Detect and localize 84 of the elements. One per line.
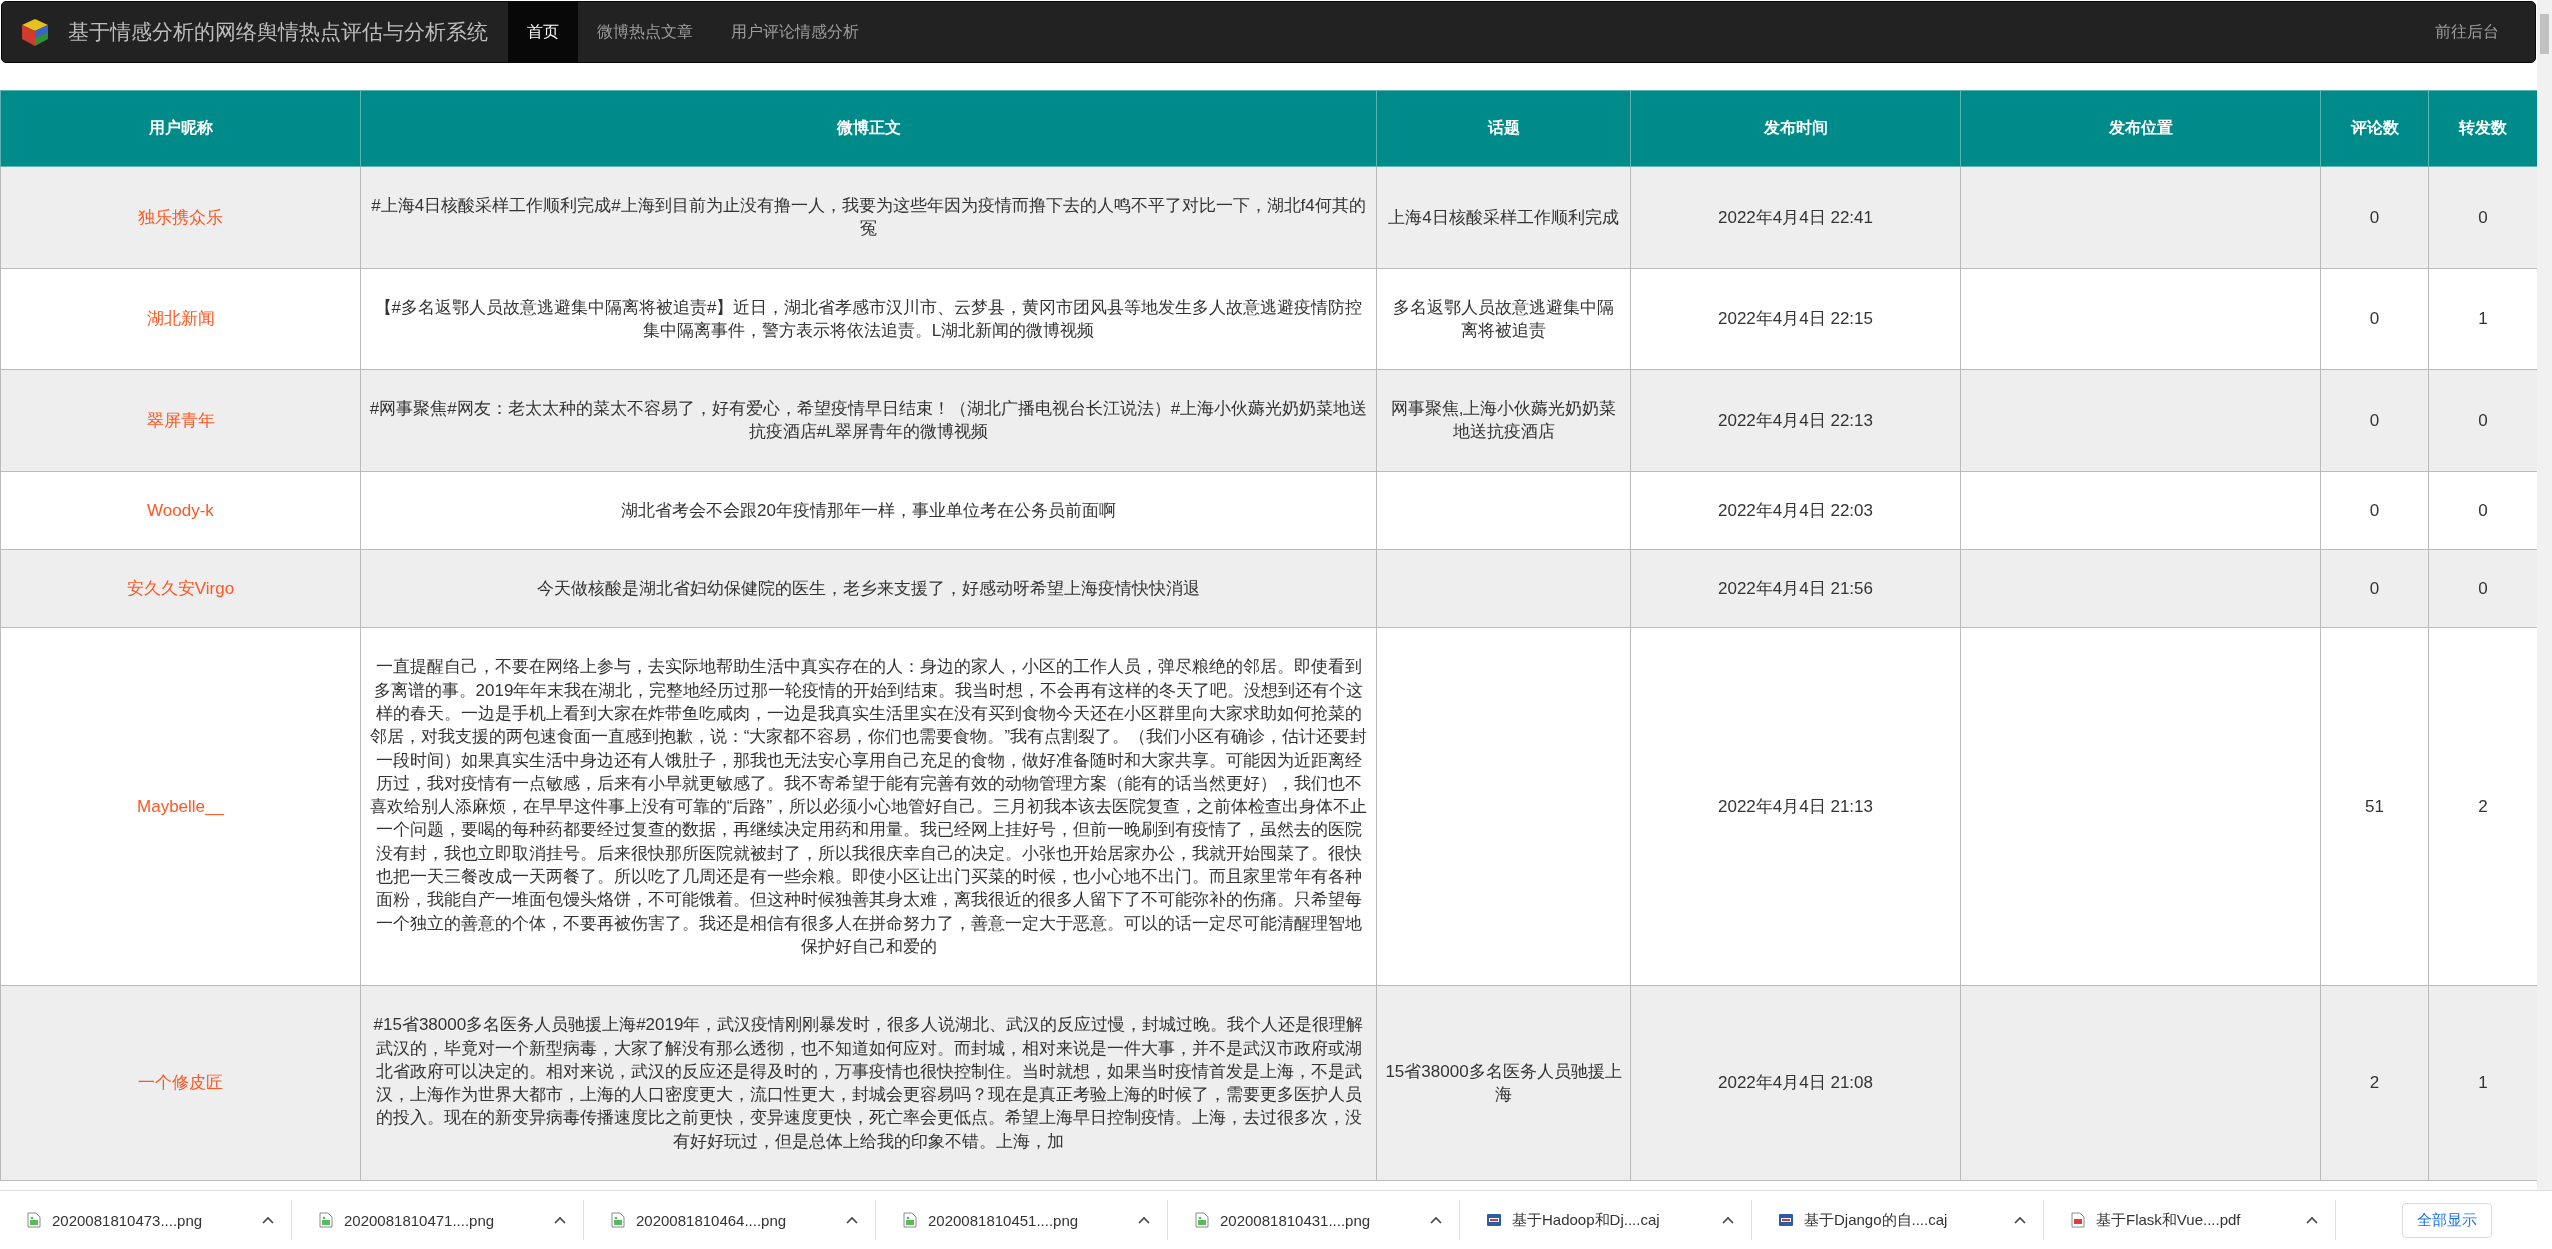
download-item[interactable]: 2020081810471....png — [306, 1200, 584, 1240]
nav-link[interactable]: 微博热点文章 — [578, 2, 712, 62]
column-header: 用户昵称 — [0, 90, 361, 167]
show-all-button[interactable]: 全部显示 — [2402, 1202, 2492, 1238]
table-cell: 0 — [2320, 369, 2429, 472]
download-item[interactable]: 2020081810431....png — [1182, 1200, 1460, 1240]
table-cell: 0 — [2320, 471, 2429, 550]
user-name-cell: 湖北新闻 — [0, 268, 361, 370]
nav-link[interactable]: 用户评论情感分析 — [712, 2, 878, 62]
table-cell: 0 — [2320, 268, 2429, 370]
table-cell: 湖北省考会不会跟20年疫情那年一样，事业单位考在公务员前面啊 — [360, 471, 1377, 550]
table-cell: 网事聚焦,上海小伙薅光奶奶菜地送抗疫酒店 — [1376, 369, 1631, 472]
table-cell: 今天做核酸是湖北省妇幼保健院的医生，老乡来支援了，好感动呀希望上海疫情快快消退 — [360, 549, 1377, 628]
document-file-icon — [1486, 1212, 1502, 1228]
file-name: 基于Flask和Vue....pdf — [2096, 1210, 2242, 1230]
table-cell: 0 — [2320, 549, 2429, 628]
image-file-icon — [610, 1212, 626, 1228]
pdf-file-icon — [2070, 1212, 2086, 1228]
chevron-up-icon[interactable] — [2013, 1214, 2027, 1226]
table-cell: 2 — [2320, 985, 2429, 1181]
table-cell: 2022年4月4日 22:41 — [1630, 166, 1961, 269]
download-item[interactable]: 2020081810451....png — [890, 1200, 1168, 1240]
table-cell: 2022年4月4日 21:08 — [1630, 985, 1961, 1181]
user-name-cell: Maybelle__ — [0, 627, 361, 986]
image-file-icon — [1194, 1212, 1210, 1228]
user-name-cell: 安久久安Virgo — [0, 549, 361, 628]
download-item[interactable]: 2020081810464....png — [598, 1200, 876, 1240]
file-name: 基于Hadoop和Dj....caj — [1512, 1210, 1661, 1230]
file-name: 2020081810464....png — [636, 1211, 788, 1229]
table-cell: #网事聚焦#网友：老太太种的菜太不容易了，好有爱心，希望疫情早日结束！（湖北广播电视台长江说法）#上海小伙薅光奶奶菜地送抗疫酒店#L翠屏青年的微博视频 — [360, 369, 1377, 472]
table-cell: 上海4日核酸采样工作顺利完成 — [1376, 166, 1631, 269]
table-cell: 2022年4月4日 22:03 — [1630, 471, 1961, 550]
image-file-icon — [26, 1212, 42, 1228]
table-cell: 2022年4月4日 22:15 — [1630, 268, 1961, 370]
scrollbar-thumb[interactable] — [2540, 14, 2549, 54]
column-header: 微博正文 — [360, 90, 1377, 167]
table-cell: 15省38000多名医务人员驰援上海 — [1376, 985, 1631, 1181]
table-cell: 多名返鄂人员故意逃避集中隔离将被追责 — [1376, 268, 1631, 370]
user-name-cell: 独乐携众乐 — [0, 166, 361, 269]
chevron-up-icon[interactable] — [2305, 1214, 2319, 1226]
scrollbar[interactable] — [2537, 0, 2552, 1190]
table-cell: 2022年4月4日 22:13 — [1630, 369, 1961, 472]
table-cell: 51 — [2320, 627, 2429, 986]
chevron-up-icon[interactable] — [1137, 1214, 1151, 1226]
table-cell: 0 — [2320, 166, 2429, 269]
chevron-up-icon[interactable] — [553, 1214, 567, 1226]
file-name: 基于Django的自....caj — [1804, 1210, 1949, 1230]
table-cell: 2022年4月4日 21:13 — [1630, 627, 1961, 986]
app-title: 基于情感分析的网络舆情热点评估与分析系统 — [68, 19, 488, 45]
column-header: 转发数 — [2428, 90, 2537, 167]
nav-link[interactable]: 首页 — [508, 2, 578, 62]
download-item[interactable]: 基于Django的自....caj — [1766, 1200, 2044, 1240]
download-item[interactable]: 2020081810473....png — [14, 1200, 292, 1240]
image-file-icon — [902, 1212, 918, 1228]
cube-logo-icon — [20, 16, 50, 48]
column-header: 话题 — [1376, 90, 1631, 167]
table-cell: 1 — [2428, 985, 2537, 1181]
download-item[interactable]: 基于Hadoop和Dj....caj — [1474, 1200, 1752, 1240]
chevron-up-icon[interactable] — [261, 1214, 275, 1226]
table-cell: #15省38000多名医务人员驰援上海#2019年，武汉疫情刚刚暴发时，很多人说湖北、武汉的反应过慢，封城过晚。我个人还是很理解武汉的，毕竟对一个新型病毒，大家了解没有那么透彻，也不知道如何应对。而封城，相对来说是一件大事，并不是武汉市政府或湖北省政府可以决定的。相对来说，武汉的反应还是得及时的，万事疫情也很快控制住。当时就想，如果当时疫情首发是上海，不是武汉，上海作为世界大都市，上海的人口密度更大，流口性更大，封城会更容易吗？现在是真正考验上海的时候了，需要更多医护人员的投入。现在的新变异病毒传播速度比之前更快，变异速度更快，死亡率会更低点。希望上海早日控制疫情。上海，去过很多次，没有好好玩过，但是总体上给我的印象不错。上海，加 — [360, 985, 1377, 1181]
table-cell: 一直提醒自己，不要在网络上参与，去实际地帮助生活中真实存在的人：身边的家人，小区的工作人员，弹尽粮绝的邻居。即使看到多离谱的事。2019年年末我在湖北，完整地经历过那一轮疫情的开始到结束。我当时想，不会再有这样的冬天了吧。没想到还有个这样的春天。一边是手机上看到大家在炸带鱼吃咸肉，一边是我真实生活里实在没有买到食物今天还在小区群里向大家求助如何抢菜的邻居，对我支援的两包速食面一直感到抱歉，说：“大家都不容易，你们也需要食物。”我有点割裂了。（我们小区有确诊，估计还要封一段时间）如果真实生活中身边还有人饿肚子，那我也无法安心享用自己充足的食物，做好准备随时和大家共享。可能因为近距离经历过，我对疫情有一点敏感，后来有小早就更敏感了。我不寄希望于能有完善有效的动物管理方案（能有的话当然更好），我们也不喜欢给别人添麻烦，在早早这件事上没有可靠的“后路”，所以必须小心地管好自己。三月初我本该去医院复查，之前体检查出身体不止一个问题，要喝的每种药都要经过复查的数据，再继续决定用药和用量。我已经网上挂好号，但前一晚刷到有疫情了，虽然去的医院没有封，我也立即取消挂号。后来很快那所医院就被封了，所以我很庆幸自己的决定。小张也开始居家办公，我就开始囤菜了。很快也把一天三餐改成一天两餐了。所以吃了几周还是有一些余粮。即使小区让出门买菜的时候，也小心地不出门。而且家里常年有各种面粉，我能自产一堆面包馒头烙饼，不可能饿着。但这种时候独善其身太难，离我很近的很多人留下了不可能弥补的伤痛。只希望每一个独立的善意的个体，不要再被伤害了。我还是相信有很多人在拼命努力了，善意一定大于恶意。可以的话一定尽可能清醒理智地保护好自己和爱的 — [360, 627, 1377, 986]
chevron-up-icon[interactable] — [1429, 1214, 1443, 1226]
table-cell: 0 — [2428, 549, 2537, 628]
chevron-up-icon[interactable] — [845, 1214, 859, 1226]
document-file-icon — [1778, 1212, 1794, 1228]
user-name-cell: 一个修皮匠 — [0, 985, 361, 1181]
download-item[interactable]: 基于Flask和Vue....pdf — [2058, 1200, 2336, 1240]
file-name: 2020081810471....png — [344, 1211, 496, 1229]
user-name-cell: 翠屏青年 — [0, 369, 361, 472]
table-cell: 【#多名返鄂人员故意逃避集中隔离将被追责#】近日，湖北省孝感市汉川市、云梦县，黄冈市团风县等地发生多人故意逃避疫情防控集中隔离事件，警方表示将依法追责。L湖北新闻的微博视频 — [360, 268, 1377, 370]
table-cell: 2022年4月4日 21:56 — [1630, 549, 1961, 628]
chevron-up-icon[interactable] — [1721, 1214, 1735, 1226]
user-name-cell: Woody-k — [0, 471, 361, 550]
file-name: 2020081810473....png — [52, 1211, 204, 1229]
table-cell: 0 — [2428, 369, 2537, 472]
nav-link[interactable]: 前往后台 — [2399, 2, 2535, 62]
column-header: 发布位置 — [1960, 90, 2321, 167]
image-file-icon — [318, 1212, 334, 1228]
table-cell: 0 — [2428, 166, 2537, 269]
table-cell: #上海4日核酸采样工作顺利完成#上海到目前为止没有撸一人，我要为这些年因为疫情而撸下去的人鸣不平了对比一下，湖北f4何其的冤 — [360, 166, 1377, 269]
column-header: 评论数 — [2320, 90, 2429, 167]
column-header: 发布时间 — [1630, 90, 1961, 167]
file-name: 2020081810451....png — [928, 1211, 1080, 1229]
file-name: 2020081810431....png — [1220, 1211, 1372, 1229]
